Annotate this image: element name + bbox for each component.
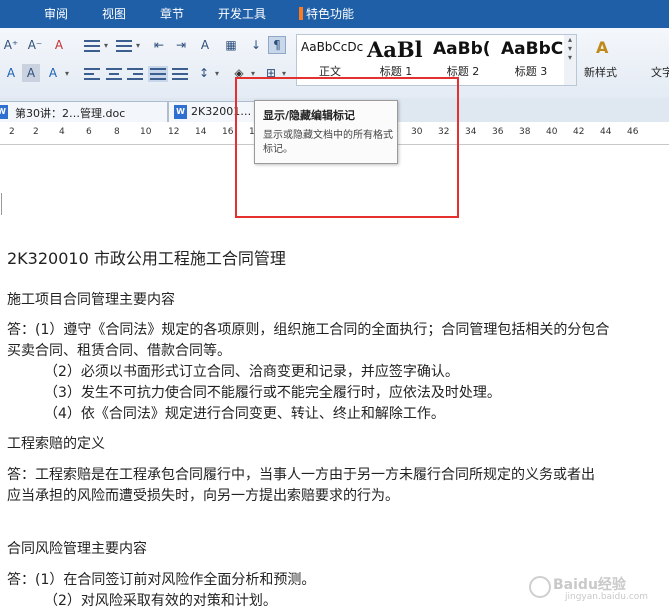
- style-sample: AaBb(: [433, 39, 491, 59]
- ruler-number: 10: [140, 127, 152, 137]
- baidu-paw-icon: [529, 576, 551, 598]
- doc-subheading: 工程索赔的定义: [7, 436, 105, 452]
- align-right-icon[interactable]: [127, 68, 143, 80]
- clear-format-icon[interactable]: A: [50, 36, 68, 54]
- document-tab[interactable]: W 2K32001…: [168, 101, 258, 122]
- gallery-scrollbar[interactable]: ▴ ▾ ▾: [564, 34, 577, 86]
- text-tools-button[interactable]: 文字: [651, 64, 669, 80]
- style-label: 标题 1: [379, 65, 413, 78]
- menu-bar: 审阅 视图 章节 开发工具 特色功能: [0, 0, 669, 29]
- ruler-number: 14: [195, 127, 207, 137]
- show-hide-marks-icon[interactable]: ¶: [268, 36, 286, 54]
- style-sample: AaBbC: [501, 39, 564, 59]
- decrease-indent-icon[interactable]: ⇤: [150, 36, 168, 54]
- border-icon[interactable]: ⊞: [262, 64, 280, 82]
- word-doc-icon: W: [174, 105, 187, 119]
- menu-developer-tools[interactable]: 开发工具: [218, 5, 266, 22]
- ruler-number: 36: [492, 127, 504, 137]
- style-label: 标题 2: [446, 65, 480, 78]
- tab-label: 第30讲：2…管理.doc: [15, 107, 126, 120]
- style-sample: AaBl: [367, 37, 423, 62]
- watermark: Baidu经验 jingyan.baidu.com: [525, 572, 665, 604]
- watermark-url: jingyan.baidu.com: [565, 592, 649, 602]
- doc-paragraph: 应当承担的风险而遭受损失时，向另一方提出索赔要求的行为。: [7, 488, 399, 504]
- ruler-number: 30: [411, 127, 423, 137]
- shrink-font-icon[interactable]: A⁻: [26, 36, 44, 54]
- grow-font-icon[interactable]: A⁺: [2, 36, 20, 54]
- ruler-number: 8: [114, 127, 120, 137]
- style-normal[interactable]: AaBbCcDc 正文: [297, 35, 363, 83]
- menu-section[interactable]: 章节: [160, 5, 184, 22]
- chevron-down-icon[interactable]: ▾: [62, 64, 72, 82]
- ruler-number: 42: [573, 127, 585, 137]
- tooltip-description: 显示或隐藏文档中的所有格式标记。: [263, 130, 393, 155]
- sort-icon[interactable]: ↓: [247, 36, 265, 54]
- ruler-number: 12: [168, 127, 180, 137]
- doc-paragraph: 答：工程索赔是在工程承包合同履行中，当事人一方由于另一方未履行合同所规定的义务或…: [7, 467, 595, 483]
- style-heading-1[interactable]: AaBl 标题 1: [363, 35, 429, 83]
- style-sample: AaBbCcDc: [301, 40, 363, 54]
- tooltip-title: 显示/隐藏编辑标记: [263, 109, 356, 122]
- doc-paragraph: 答：(1）在合同签订前对风险作全面分析和预测。: [7, 572, 316, 588]
- doc-paragraph: 答：(1）遵守《合同法》规定的各项原则，组织施工合同的全面执行；合同管理包括相关…: [7, 322, 610, 338]
- doc-list-item: （4）依《合同法》规定进行合同变更、转让、终止和解除工作。: [44, 406, 445, 422]
- doc-subheading: 合同风险管理主要内容: [7, 541, 147, 557]
- ruler-number: 40: [546, 127, 558, 137]
- document-page[interactable]: 2K320010 市政公用工程施工合同管理 施工项目合同管理主要内容 答：(1）…: [0, 145, 669, 609]
- ruler-number: 2: [33, 127, 39, 137]
- paint-bucket-icon[interactable]: ◈: [230, 64, 248, 82]
- doc-subheading: 施工项目合同管理主要内容: [7, 292, 175, 308]
- numbered-list-icon[interactable]: [116, 40, 132, 52]
- doc-paragraph: 买卖合同、租赁合同、借款合同等。: [7, 343, 231, 359]
- doc-list-item: （2）必须以书面形式订立合同、洽商变更和记录，并应签字确认。: [44, 364, 459, 380]
- chevron-down-icon[interactable]: ▾: [248, 64, 258, 82]
- line-spacing-icon[interactable]: ↕: [195, 64, 213, 82]
- menu-special-features[interactable]: 特色功能: [306, 5, 354, 22]
- char-shading-icon[interactable]: A: [22, 64, 40, 82]
- char-border-icon[interactable]: A: [44, 64, 62, 82]
- watermark-text: Baidu经验: [553, 577, 626, 593]
- menu-view[interactable]: 视图: [102, 5, 126, 22]
- doc-list-item: （2）对风险采取有效的对策和计划。: [44, 593, 277, 609]
- ruler-number: 4: [59, 127, 65, 137]
- align-left-icon[interactable]: [84, 68, 100, 80]
- table-icon[interactable]: ▦: [222, 36, 240, 54]
- ruler-number: 16: [222, 127, 234, 137]
- ruler-number: 44: [600, 127, 612, 137]
- style-heading-3[interactable]: AaBbC 标题 3: [497, 35, 565, 83]
- chevron-down-icon[interactable]: ▾: [212, 64, 222, 82]
- style-label: 正文: [319, 65, 341, 78]
- cursor-mark: [1, 193, 2, 215]
- bullet-list-icon[interactable]: [84, 40, 100, 52]
- change-case-icon[interactable]: A: [196, 36, 214, 54]
- tooltip: 显示/隐藏编辑标记 显示或隐藏文档中的所有格式标记。: [254, 100, 398, 164]
- ruler-number: 34: [465, 127, 477, 137]
- document-tab[interactable]: W 第30讲：2…管理.doc: [0, 101, 168, 122]
- increase-indent-icon[interactable]: ⇥: [172, 36, 190, 54]
- ruler-number: 38: [519, 127, 531, 137]
- word-doc-icon: W: [0, 105, 8, 119]
- new-style-button[interactable]: 新样式: [584, 64, 617, 80]
- menu-review[interactable]: 审阅: [44, 5, 68, 22]
- ruler-number: 6: [86, 127, 92, 137]
- feature-marker: [299, 7, 303, 20]
- chevron-down-icon[interactable]: ▾: [133, 36, 143, 54]
- font-color-icon[interactable]: A: [2, 64, 20, 82]
- ruler-number: 46: [627, 127, 639, 137]
- style-gallery: AaBbCcDc 正文 AaBl 标题 1 AaBb( 标题 2 AaBbC 标…: [296, 34, 566, 86]
- style-heading-2[interactable]: AaBb( 标题 2: [429, 35, 497, 83]
- doc-heading: 2K320010 市政公用工程施工合同管理: [7, 249, 286, 268]
- ruler-number: 32: [438, 127, 450, 137]
- tab-label: 2K32001…: [191, 105, 252, 118]
- justify-icon[interactable]: [148, 66, 168, 82]
- distributed-align-icon[interactable]: [172, 68, 188, 80]
- ruler-number: 2: [9, 127, 15, 137]
- align-center-icon[interactable]: [106, 68, 122, 80]
- chevron-down-icon[interactable]: ▾: [101, 36, 111, 54]
- style-label: 标题 3: [514, 65, 548, 78]
- chevron-down-icon[interactable]: ▾: [279, 64, 289, 82]
- doc-list-item: （3）发生不可抗力使合同不能履行或不能完全履行时，应依法及时处理。: [44, 385, 501, 401]
- new-style-icon[interactable]: A: [596, 38, 608, 57]
